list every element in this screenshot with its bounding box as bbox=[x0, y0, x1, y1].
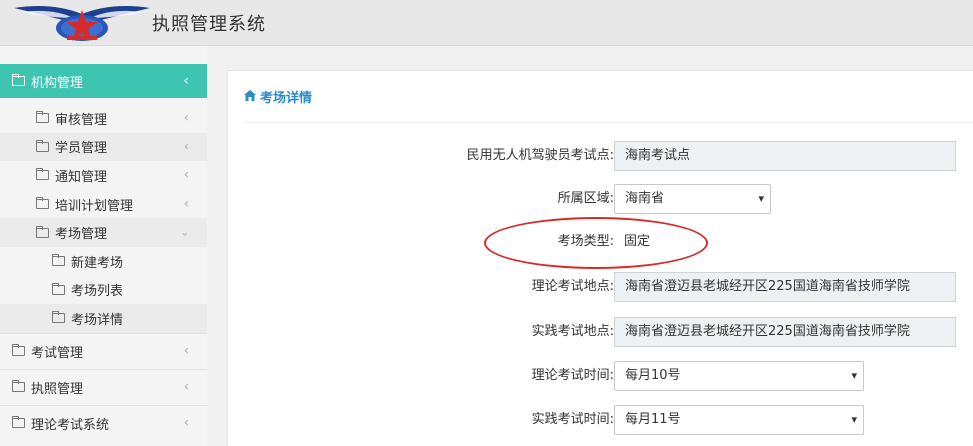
chevron-left-icon: ‹ bbox=[183, 110, 189, 126]
sidebar-item-students[interactable]: 学员管理 ‹ bbox=[0, 132, 207, 162]
sidebar-item-label: 考场管理 bbox=[55, 227, 108, 243]
sidebar-item-site-detail[interactable]: 考场详情 bbox=[0, 304, 207, 333]
sidebar-item-exam-sites[interactable]: 考场管理 ⌄ bbox=[0, 218, 207, 247]
logo-icon bbox=[14, 6, 150, 41]
folder-icon bbox=[12, 380, 25, 393]
folder-icon bbox=[12, 74, 25, 86]
chevron-down-icon: ▾ bbox=[758, 192, 764, 205]
sidebar-item-label: 培训计划管理 bbox=[55, 198, 134, 214]
form-row-theory-location: 理论考试地点: 海南省澄迈县老城经开区225国道海南省技师学院 bbox=[228, 272, 973, 302]
folder-icon bbox=[12, 416, 25, 429]
sidebar-item-label: 考场详情 bbox=[71, 312, 124, 328]
chevron-left-icon: ‹ bbox=[183, 196, 189, 212]
practice-time-label: 实践考试时间: bbox=[531, 412, 614, 427]
chevron-down-icon: ⌄ bbox=[180, 227, 189, 239]
theory-location-label: 理论考试地点: bbox=[531, 279, 614, 294]
folder-icon bbox=[36, 111, 49, 124]
sidebar: 机构管理 ‹ 审核管理 ‹ 学员管理 ‹ 通知管理 ‹ 培训计划管理 ‹ 考场管… bbox=[0, 46, 207, 446]
folder-icon bbox=[52, 311, 65, 324]
sidebar-item-label: 机构管理 bbox=[31, 75, 84, 91]
region-value: 海南省 bbox=[625, 191, 665, 206]
folder-icon bbox=[12, 344, 25, 357]
sidebar-item-label: 考场列表 bbox=[71, 284, 124, 300]
sidebar-item-label: 通知管理 bbox=[55, 169, 108, 185]
practice-time-select[interactable]: 每月11号 ▾ bbox=[614, 405, 864, 435]
sidebar-item-site-list[interactable]: 考场列表 bbox=[0, 276, 207, 305]
form-row-site-type: 考场类型: 固定 bbox=[228, 227, 973, 257]
sidebar-item-label: 新建考场 bbox=[71, 255, 124, 271]
app-title: 执照管理系统 bbox=[152, 14, 266, 35]
chevron-left-icon: ‹ bbox=[183, 415, 189, 431]
form-row-region: 所属区域: 海南省 ▾ bbox=[228, 184, 973, 214]
chevron-left-icon: ‹ bbox=[183, 139, 189, 155]
chevron-down-icon: ▾ bbox=[851, 413, 857, 426]
theory-time-label: 理论考试时间: bbox=[531, 368, 614, 383]
theory-time-select[interactable]: 每月10号 ▾ bbox=[614, 361, 864, 391]
site-type-label: 考场类型: bbox=[557, 234, 614, 249]
sidebar-item-label: 执照管理 bbox=[31, 381, 84, 397]
panel-header: 考场详情 bbox=[244, 71, 973, 123]
sidebar-item-label: 理论考试系统 bbox=[31, 417, 110, 433]
theory-location-field[interactable]: 海南省澄迈县老城经开区225国道海南省技师学院 bbox=[614, 272, 956, 302]
practice-location-field[interactable]: 海南省澄迈县老城经开区225国道海南省技师学院 bbox=[614, 317, 956, 347]
sidebar-item-label: 考试管理 bbox=[31, 345, 84, 361]
sidebar-item-theory-exam-system[interactable]: 理论考试系统 ‹ bbox=[0, 404, 207, 441]
sidebar-item-review[interactable]: 审核管理 ‹ bbox=[0, 104, 207, 133]
theory-time-value: 每月10号 bbox=[625, 368, 681, 383]
folder-icon bbox=[36, 225, 49, 238]
sidebar-item-label: 审核管理 bbox=[55, 112, 108, 128]
chevron-left-icon: ‹ bbox=[183, 343, 189, 359]
chevron-left-icon: ‹ bbox=[183, 73, 189, 89]
site-name-field[interactable]: 海南考试点 bbox=[614, 141, 956, 171]
region-label: 所属区域: bbox=[557, 191, 614, 206]
sidebar-item-training-plan[interactable]: 培训计划管理 ‹ bbox=[0, 190, 207, 219]
main-content: 考场详情 民用无人机驾驶员考试点: 海南考试点 所属区域: 海南省 ▾ 考场类型… bbox=[207, 46, 973, 446]
folder-icon bbox=[36, 168, 49, 181]
practice-time-value: 每月11号 bbox=[625, 412, 681, 427]
form-row-theory-time: 理论考试时间: 每月10号 ▾ bbox=[228, 361, 973, 391]
sidebar-top-gap bbox=[0, 46, 207, 64]
sidebar-item-exam-management[interactable]: 考试管理 ‹ bbox=[0, 332, 207, 369]
sidebar-item-new-site[interactable]: 新建考场 bbox=[0, 247, 207, 276]
folder-icon bbox=[36, 139, 49, 152]
site-name-label: 民用无人机驾驶员考试点: bbox=[466, 148, 614, 163]
sidebar-item-license-management[interactable]: 执照管理 ‹ bbox=[0, 368, 207, 405]
sidebar-item-org-management[interactable]: 机构管理 ‹ bbox=[0, 64, 207, 98]
chevron-left-icon: ‹ bbox=[183, 167, 189, 183]
form-row-practice-location: 实践考试地点: 海南省澄迈县老城经开区225国道海南省技师学院 bbox=[228, 317, 973, 347]
region-select[interactable]: 海南省 ▾ bbox=[614, 184, 771, 214]
folder-icon bbox=[36, 197, 49, 210]
practice-location-label: 实践考试地点: bbox=[531, 324, 614, 339]
panel-title: 考场详情 bbox=[260, 91, 313, 106]
sidebar-item-notices[interactable]: 通知管理 ‹ bbox=[0, 161, 207, 190]
folder-icon bbox=[52, 254, 65, 267]
form-row-site-name: 民用无人机驾驶员考试点: 海南考试点 bbox=[228, 141, 973, 171]
form-row-practice-time: 实践考试时间: 每月11号 ▾ bbox=[228, 405, 973, 435]
home-icon bbox=[244, 89, 256, 104]
chevron-down-icon: ▾ bbox=[851, 369, 857, 382]
folder-icon bbox=[52, 282, 65, 295]
chevron-left-icon: ‹ bbox=[183, 379, 189, 395]
header: 执照管理系统 bbox=[0, 0, 973, 46]
site-type-value: 固定 bbox=[624, 234, 651, 249]
detail-panel: 考场详情 民用无人机驾驶员考试点: 海南考试点 所属区域: 海南省 ▾ 考场类型… bbox=[227, 70, 973, 446]
sidebar-item-label: 学员管理 bbox=[55, 141, 108, 157]
